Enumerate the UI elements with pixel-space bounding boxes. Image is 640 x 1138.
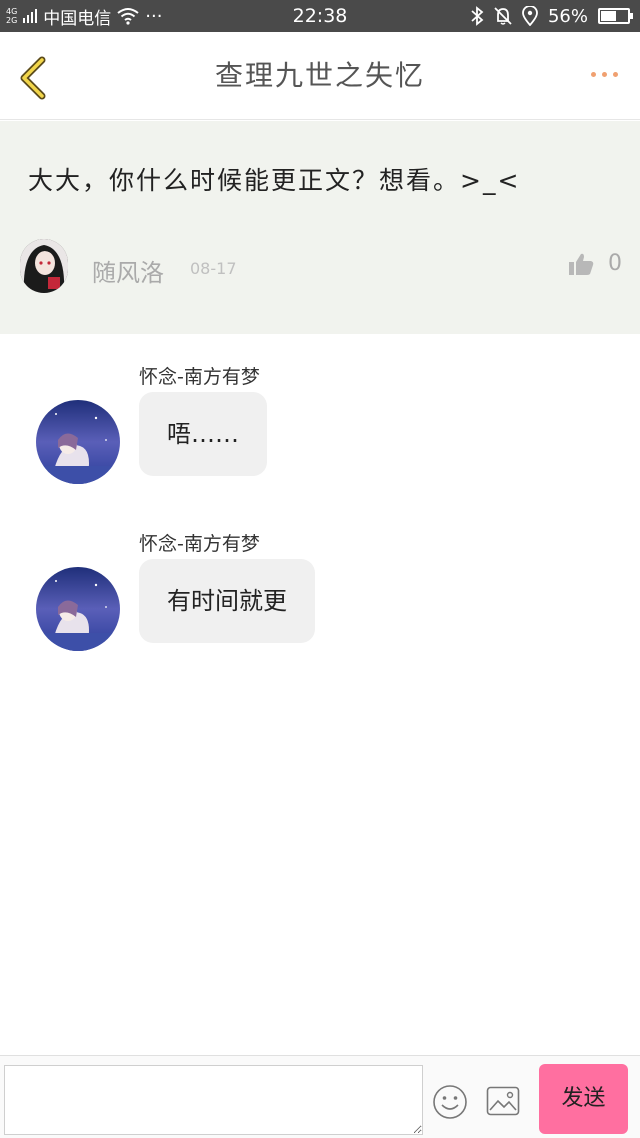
header-bar: 查理九世之失忆 — [0, 32, 640, 120]
original-post: 大大，你什么时候能更正文？想看。>_< 随风洛 08-17 0 — [0, 121, 640, 334]
battery-icon — [598, 8, 633, 24]
post-text: 大大，你什么时候能更正文？想看。>_< — [28, 166, 521, 195]
comment-bubble: 唔…… — [139, 392, 267, 476]
post-date: 08-17 — [190, 259, 237, 278]
comment-item: 怀念-南方有梦 唔…… — [0, 362, 640, 492]
bluetooth-icon — [471, 6, 484, 26]
more-options-icon[interactable] — [591, 72, 618, 77]
commenter-avatar[interactable] — [36, 400, 120, 484]
image-icon[interactable] — [486, 1086, 520, 1116]
emoji-icon[interactable] — [432, 1084, 468, 1120]
page-title: 查理九世之失忆 — [214, 59, 425, 92]
reply-input-bar: 发送 — [0, 1055, 640, 1138]
mute-bell-icon — [494, 7, 512, 25]
location-icon — [522, 6, 538, 26]
post-author-avatar[interactable] — [20, 239, 68, 293]
post-author-name[interactable]: 随风洛 — [92, 253, 164, 288]
commenter-name[interactable]: 怀念-南方有梦 — [139, 362, 260, 389]
battery-percent: 56% — [547, 5, 588, 27]
commenter-name[interactable]: 怀念-南方有梦 — [139, 529, 260, 556]
reply-input[interactable] — [4, 1065, 423, 1135]
comment-bubble: 有时间就更 — [139, 559, 315, 643]
comment-item: 怀念-南方有梦 有时间就更 — [0, 529, 640, 659]
like-count: 0 — [608, 251, 622, 276]
status-right: 56% — [470, 0, 633, 32]
status-bar: 4G 2G 中国电信 ··· 22:38 56% — [0, 0, 640, 32]
thumbs-up-icon — [569, 253, 594, 275]
commenter-avatar[interactable] — [36, 567, 120, 651]
send-button[interactable]: 发送 — [539, 1064, 628, 1134]
like-button[interactable]: 0 — [568, 251, 622, 276]
